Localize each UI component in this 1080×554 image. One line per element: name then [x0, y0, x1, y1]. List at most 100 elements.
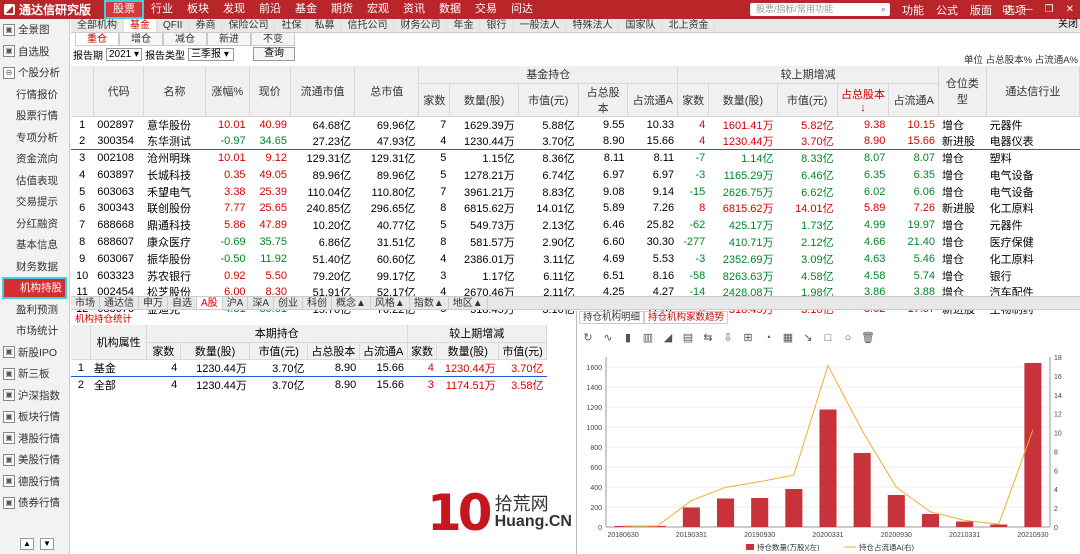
- col-header[interactable]: 家数: [407, 342, 438, 360]
- col-header[interactable]: 数量(股): [708, 83, 778, 117]
- nav-5[interactable]: 基金: [288, 0, 324, 19]
- tab-market-10[interactable]: 风格▲: [371, 297, 410, 309]
- search-input[interactable]: 股票/指标/常用功能 ⌕: [750, 3, 890, 16]
- table-row[interactable]: 6 300343 联创股份 7.77 25.65 240.85亿 296.65亿 8 6815.…: [71, 200, 1080, 217]
- query-button[interactable]: 查询: [253, 47, 296, 61]
- sidebar-item-5[interactable]: 专项分析: [0, 127, 69, 149]
- table-icon[interactable]: ⊞: [741, 331, 755, 345]
- tab-inst-14[interactable]: 北上资金: [662, 19, 716, 32]
- sidebar-item-20[interactable]: ▣ 美股行情: [0, 449, 69, 471]
- sidebar-item-4[interactable]: 股票行情: [0, 105, 69, 127]
- menu-2[interactable]: 版面: [964, 2, 998, 18]
- grid-icon[interactable]: ▦: [781, 331, 795, 345]
- col-header[interactable]: 市值(元): [498, 342, 547, 360]
- nav-8[interactable]: 资讯: [396, 0, 432, 19]
- area-tool-icon[interactable]: ◢: [661, 331, 675, 345]
- nav-0[interactable]: 股票: [104, 0, 144, 19]
- tab-market-12[interactable]: 地区▲: [449, 297, 488, 309]
- col-header[interactable]: 数量(股): [449, 83, 519, 117]
- table-row[interactable]: 3 002108 沧州明珠 10.01 9.12 129.31亿 129.31亿 5 1.15亿…: [71, 150, 1080, 167]
- tab-inst-7[interactable]: 信托公司: [341, 19, 395, 32]
- table-row[interactable]: 7 688668 鼎通科技 5.86 47.89 10.20亿 40.77亿 5 549.73万…: [71, 217, 1080, 234]
- tab-pos-0[interactable]: 重仓: [75, 33, 119, 46]
- tab-pos-1[interactable]: 增仓: [119, 33, 163, 46]
- tab-market-1[interactable]: 通达信: [100, 297, 139, 309]
- sidebar-item-21[interactable]: ▣ 德股行情: [0, 471, 69, 493]
- nav-11[interactable]: 问达: [504, 0, 540, 19]
- tab-market-2[interactable]: 申万: [139, 297, 168, 309]
- table-row[interactable]: 9 603067 振华股份 -0.50 11.92 51.40亿 60.60亿 4 2386.0…: [71, 250, 1080, 267]
- col-header[interactable]: 占总股本↓: [837, 83, 890, 117]
- col-header[interactable]: 占流通A: [359, 342, 408, 360]
- scroll-down-icon[interactable]: ▼: [40, 538, 54, 550]
- sidebar-item-10[interactable]: 基本信息: [0, 234, 69, 256]
- table-row[interactable]: 4 603897 长城科技 0.35 49.05 89.96亿 89.96亿 5 1278.21…: [71, 166, 1080, 183]
- pie-icon[interactable]: ◔: [761, 331, 775, 345]
- col-header[interactable]: 家数: [146, 342, 181, 360]
- maximize-icon[interactable]: ❐: [1045, 4, 1054, 15]
- restore-icon[interactable]: ⊡: [1002, 4, 1010, 15]
- nav-1[interactable]: 行业: [144, 0, 180, 19]
- nav-3[interactable]: 发现: [216, 0, 252, 19]
- tab-inst-9[interactable]: 年金: [447, 19, 481, 32]
- tab-market-3[interactable]: 自选: [168, 297, 197, 309]
- col-header[interactable]: 涨幅%: [205, 66, 250, 117]
- download-icon[interactable]: ⇩: [721, 331, 735, 345]
- close-icon[interactable]: ✕: [1066, 4, 1074, 15]
- circle-icon[interactable]: ○: [841, 331, 855, 345]
- refresh-icon[interactable]: ↻: [581, 331, 595, 345]
- menu-0[interactable]: 功能: [896, 2, 930, 18]
- tab-pos-4[interactable]: 不变: [251, 33, 295, 46]
- col-header[interactable]: 占流通A: [627, 83, 679, 117]
- table-row[interactable]: 2 全部 4 1230.44万 3.70亿 8.90 15.66 3 1174.51万 3.58亿: [71, 376, 547, 393]
- col-header[interactable]: 家数: [418, 83, 451, 117]
- table-row[interactable]: 1 002897 意华股份 10.01 40.99 64.68亿 69.96亿 7 1629.3…: [71, 116, 1080, 133]
- tab-inst-8[interactable]: 财务公司: [394, 19, 448, 32]
- tab-inst-11[interactable]: 一般法人: [513, 19, 567, 32]
- tab-inst-3[interactable]: 券商: [189, 19, 223, 32]
- col-header[interactable]: 占总股本: [578, 83, 629, 117]
- col-header[interactable]: 市值(元): [777, 83, 838, 117]
- tab-inst-0[interactable]: 全部机构: [71, 19, 124, 32]
- tab-inst-10[interactable]: 银行: [480, 19, 514, 32]
- tab-inst-1[interactable]: 基金: [124, 19, 157, 32]
- sidebar-item-16[interactable]: ▣ 新三板: [0, 363, 69, 385]
- tab-inst-6[interactable]: 私募: [308, 19, 342, 32]
- sidebar-item-12[interactable]: 机构持股: [2, 277, 67, 299]
- tab-market-7[interactable]: 创业: [274, 297, 304, 309]
- tab-chart-0[interactable]: 持仓机构明细: [579, 311, 645, 324]
- col-header[interactable]: 家数: [677, 83, 710, 117]
- tab-market-11[interactable]: 指数▲: [410, 297, 449, 309]
- col-header[interactable]: 仓位类型: [938, 66, 987, 117]
- sidebar-item-1[interactable]: ▣ 自选股: [0, 41, 69, 63]
- col-header[interactable]: 数量(股): [436, 342, 500, 360]
- sidebar-item-6[interactable]: 资金流向: [0, 148, 69, 170]
- col-header[interactable]: 流通市值: [290, 66, 356, 117]
- minimize-icon[interactable]: —: [1023, 4, 1033, 15]
- sidebar-item-0[interactable]: ▣ 全景图: [0, 19, 69, 41]
- col-header[interactable]: 占流通A: [888, 83, 940, 117]
- col-header[interactable]: 市值(元): [249, 342, 309, 360]
- tab-inst-13[interactable]: 国家队: [619, 19, 663, 32]
- sidebar-item-17[interactable]: ▣ 沪深指数: [0, 385, 69, 407]
- bar-tool-icon[interactable]: ▮: [621, 331, 635, 345]
- tab-chart-1[interactable]: 持仓机构家数趋势: [644, 311, 729, 324]
- arrow-icon[interactable]: ↘: [801, 331, 815, 345]
- year-select[interactable]: 2021 ▾: [106, 47, 143, 61]
- sidebar-item-11[interactable]: 财务数据: [0, 256, 69, 278]
- swap-icon[interactable]: ⇆: [701, 331, 715, 345]
- tab-market-4[interactable]: A股: [197, 297, 223, 309]
- report-type-select[interactable]: 三季报 ▾: [188, 47, 235, 61]
- sidebar-item-18[interactable]: ▣ 板块行情: [0, 406, 69, 428]
- table-row[interactable]: 1 基金 4 1230.44万 3.70亿 8.90 15.66 4 1230.44万 3.70亿: [71, 359, 547, 377]
- tab-pos-3[interactable]: 新进: [207, 33, 251, 46]
- col-header[interactable]: 名称: [143, 66, 207, 117]
- nav-6[interactable]: 期货: [324, 0, 360, 19]
- tab-market-8[interactable]: 科创: [303, 297, 333, 309]
- stack-tool-icon[interactable]: ▤: [681, 331, 695, 345]
- tab-market-0[interactable]: 市场: [71, 297, 100, 309]
- sidebar-item-9[interactable]: 分红融资: [0, 213, 69, 235]
- col-header[interactable]: [71, 325, 92, 360]
- nav-4[interactable]: 前沿: [252, 0, 288, 19]
- col-header[interactable]: 机构属性: [90, 325, 147, 360]
